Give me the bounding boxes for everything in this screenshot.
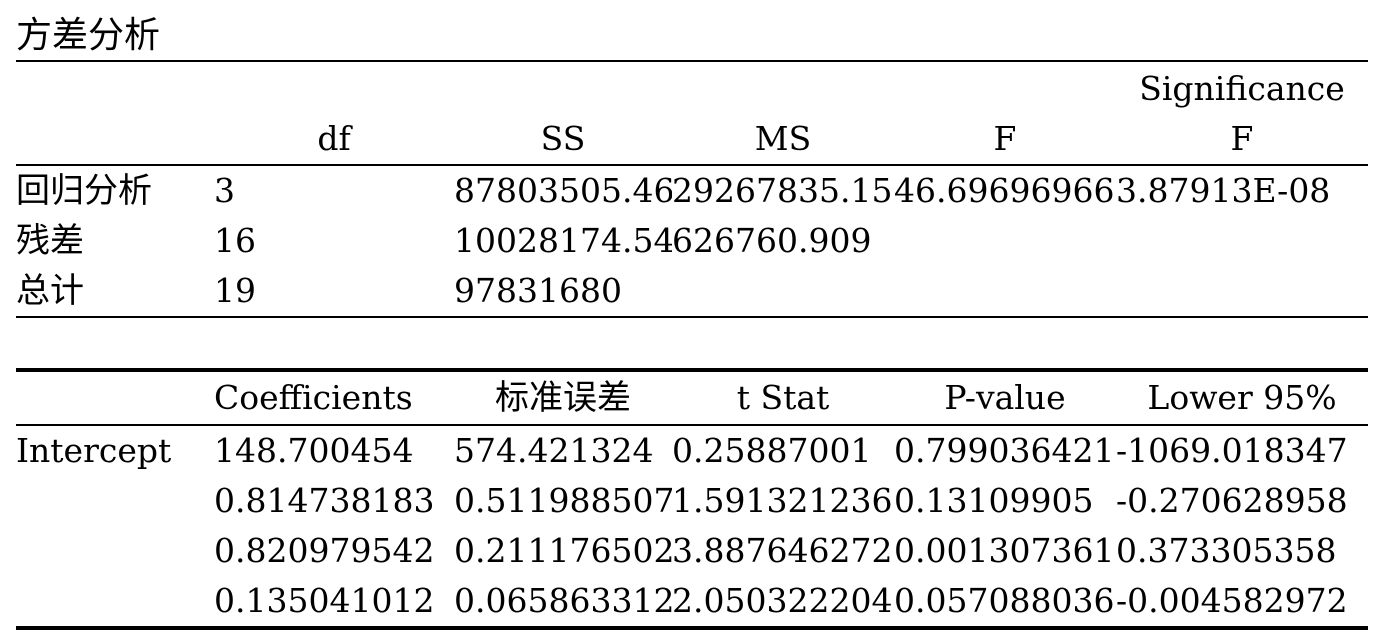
cell-sig [1116, 266, 1368, 317]
cell-se: 0.065863312 [454, 581, 672, 620]
cell-ms: 29267835.15 [672, 171, 893, 210]
cell-se: 0.211176502 [454, 531, 672, 570]
header-p-value: P-value [894, 370, 1116, 426]
header-coefficients: Coefficients [214, 370, 454, 426]
header-significance: Significance [1139, 69, 1345, 108]
row-label [16, 526, 214, 576]
anova-table: Significance df SS MS F F 回归分析 3 8780350… [16, 60, 1368, 318]
header-blank [16, 370, 214, 426]
cell-t: 1.591321236 [672, 481, 893, 520]
header-df: df [214, 114, 454, 166]
cell-f: 46.69696966 [894, 171, 1115, 210]
cell-coef: 0.135041012 [214, 581, 435, 620]
anova-header-row: df SS MS F F [16, 114, 1368, 166]
cell-p: 0.799036421 [894, 431, 1115, 470]
table-row: Intercept 148.700454 574.421324 0.258870… [16, 425, 1368, 476]
cell-se: 0.511988507 [454, 481, 672, 520]
row-label: 总计 [16, 271, 84, 311]
cell-se: 574.421324 [454, 431, 654, 470]
cell-coef: 0.820979542 [214, 531, 435, 570]
cell-df: 16 [214, 221, 256, 260]
table-row: 回归分析 3 87803505.46 29267835.15 46.696969… [16, 165, 1368, 216]
row-label [16, 476, 214, 526]
cell-t: 3.887646272 [672, 531, 893, 570]
table-row: 0.135041012 0.065863312 2.050322204 0.05… [16, 576, 1368, 628]
cell-ss: 10028174.54 [454, 221, 672, 260]
table-row: 残差 16 10028174.54 626760.909 [16, 216, 1368, 266]
cell-ms: 626760.909 [672, 221, 872, 260]
cell-lower: -0.004582972 [1116, 581, 1348, 620]
cell-df: 3 [214, 171, 235, 210]
row-label: 回归分析 [16, 171, 152, 211]
coef-header-row: Coefficients 标准误差 t Stat P-value Lower 9… [16, 370, 1368, 426]
header-std-error: 标准误差 [454, 370, 672, 426]
cell-f [894, 216, 1116, 266]
header-f: F [894, 114, 1116, 166]
header-t-stat: t Stat [672, 370, 894, 426]
cell-ss: 97831680 [454, 271, 622, 310]
cell-coef: 148.700454 [214, 431, 414, 470]
cell-ss: 87803505.46 [454, 171, 672, 210]
cell-df: 19 [214, 271, 256, 310]
cell-lower: 0.373305358 [1116, 531, 1337, 570]
row-label [16, 576, 214, 628]
cell-coef: 0.814738183 [214, 481, 435, 520]
table-row: 0.820979542 0.211176502 3.887646272 0.00… [16, 526, 1368, 576]
cell-t: 0.25887001 [672, 431, 872, 470]
anova-header-row-top: Significance [16, 61, 1368, 114]
header-ms: MS [672, 114, 894, 166]
cell-p: 0.13109905 [894, 481, 1094, 520]
cell-ms [672, 266, 894, 317]
cell-p: 0.057088036 [894, 581, 1115, 620]
header-significance-f: F [1116, 114, 1368, 166]
coefficients-table: Coefficients 标准误差 t Stat P-value Lower 9… [16, 368, 1368, 630]
cell-sig [1116, 216, 1368, 266]
cell-lower: -1069.018347 [1116, 431, 1348, 470]
cell-t: 2.050322204 [672, 581, 893, 620]
cell-lower: -0.270628958 [1116, 481, 1348, 520]
table-row: 0.814738183 0.511988507 1.591321236 0.13… [16, 476, 1368, 526]
cell-f [894, 266, 1116, 317]
anova-title: 方差分析 [16, 15, 161, 56]
header-lower-95: Lower 95% [1116, 370, 1368, 426]
cell-p: 0.001307361 [894, 531, 1115, 570]
row-label: 残差 [16, 221, 84, 261]
cell-sig: 3.87913E-08 [1116, 171, 1331, 210]
header-ss: SS [454, 114, 672, 166]
table-row: 总计 19 97831680 [16, 266, 1368, 317]
row-label: Intercept [16, 431, 172, 470]
